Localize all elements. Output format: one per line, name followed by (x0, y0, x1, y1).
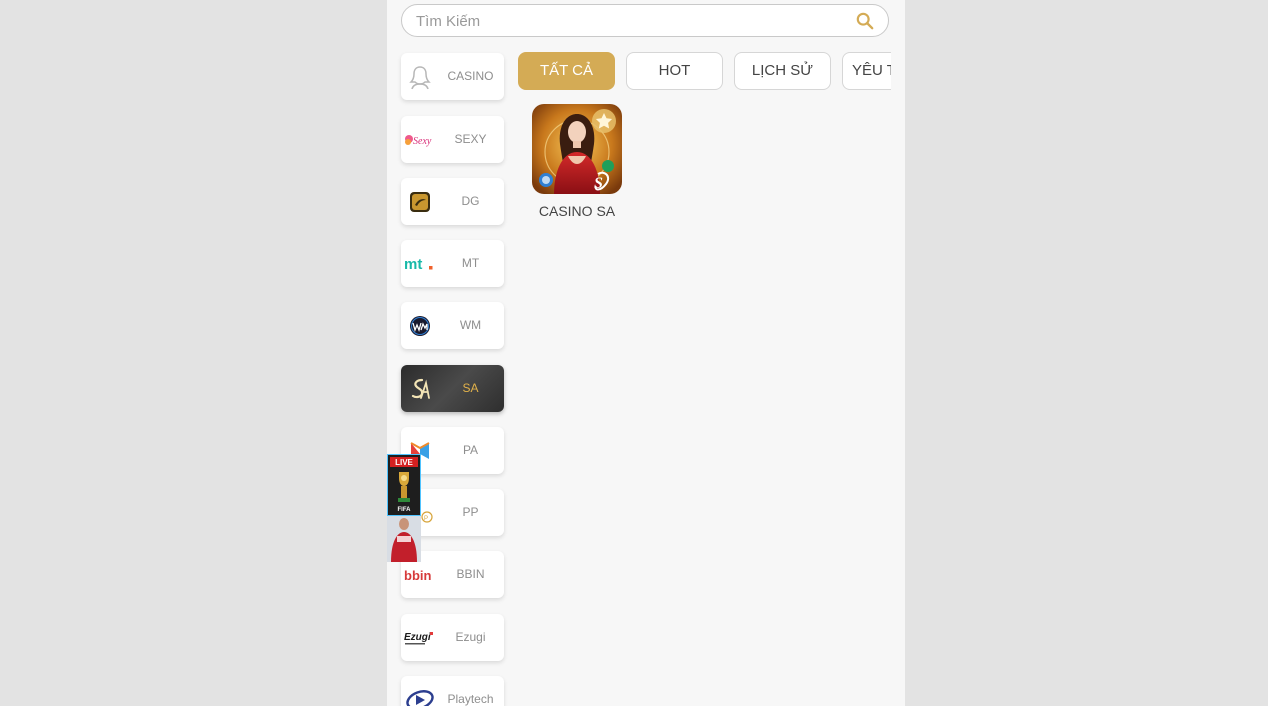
game-name: CASINO SA (538, 203, 616, 219)
provider-label: MT (461, 256, 480, 270)
svg-text:S: S (594, 175, 603, 192)
provider-item-mt[interactable]: mt MT (401, 240, 504, 287)
tab-hot[interactable]: HOT (626, 52, 723, 90)
game-card-casino-sa[interactable]: S CASINO SA (532, 104, 622, 219)
search-icon[interactable] (856, 12, 874, 30)
provider-label: BBIN (456, 567, 485, 581)
dg-logo-icon (404, 189, 435, 214)
provider-label: Playtech (447, 692, 494, 706)
sexy-logo-icon: Sexy (404, 127, 435, 152)
wm-logo-icon (404, 313, 435, 338)
provider-label: DG (461, 194, 480, 208)
live-badge: LIVE (395, 458, 413, 467)
playtech-logo-icon (404, 687, 435, 706)
provider-label: SA (462, 381, 479, 395)
provider-item-ezugi[interactable]: Ezugi Ezugi (401, 614, 504, 661)
svg-text:Ezugi: Ezugi (404, 632, 431, 643)
category-tabs: TẤT CẢ HOT LỊCH SỬ YÊU THÍCH (518, 52, 891, 90)
game-thumbnail[interactable]: S (532, 104, 622, 194)
fifa-caption: FIFA (398, 507, 412, 513)
casino-lobby: CASINO Sexy SEXY DG (387, 0, 905, 706)
provider-item-sa[interactable]: SA (401, 365, 504, 412)
provider-label: PA (462, 443, 479, 457)
bbin-logo-icon: bbin (404, 562, 435, 587)
tab-all[interactable]: TẤT CẢ (518, 52, 615, 90)
svg-text:mt: mt (404, 256, 422, 273)
provider-item-dg[interactable]: DG (401, 178, 504, 225)
provider-label: WM (459, 318, 482, 332)
floating-live-banner[interactable]: LIVE FIFA (387, 454, 421, 562)
search-input[interactable] (414, 5, 848, 38)
sa-logo-icon (404, 376, 435, 401)
provider-label: PP (462, 505, 479, 519)
search-bar[interactable] (401, 4, 889, 38)
svg-text:bbin: bbin (404, 568, 431, 583)
casino-girl-icon (404, 64, 435, 89)
tab-favorites[interactable]: YÊU THÍCH (842, 52, 891, 90)
svg-text:Sexy: Sexy (413, 136, 432, 147)
provider-label: Ezugi (455, 630, 486, 644)
provider-item-casino[interactable]: CASINO (401, 53, 504, 100)
provider-item-wm[interactable]: WM (401, 302, 504, 349)
tab-history[interactable]: LỊCH SỬ (734, 52, 831, 90)
provider-label: SEXY (454, 132, 487, 146)
svg-text:P: P (424, 516, 428, 522)
provider-item-playtech[interactable]: Playtech (401, 676, 504, 706)
provider-label: CASINO (447, 69, 494, 83)
ezugi-logo-icon: Ezugi (404, 625, 435, 650)
mt-logo-icon: mt (404, 251, 435, 276)
provider-item-sexy[interactable]: Sexy SEXY (401, 116, 504, 163)
casino-dealer-image: S (532, 104, 622, 194)
